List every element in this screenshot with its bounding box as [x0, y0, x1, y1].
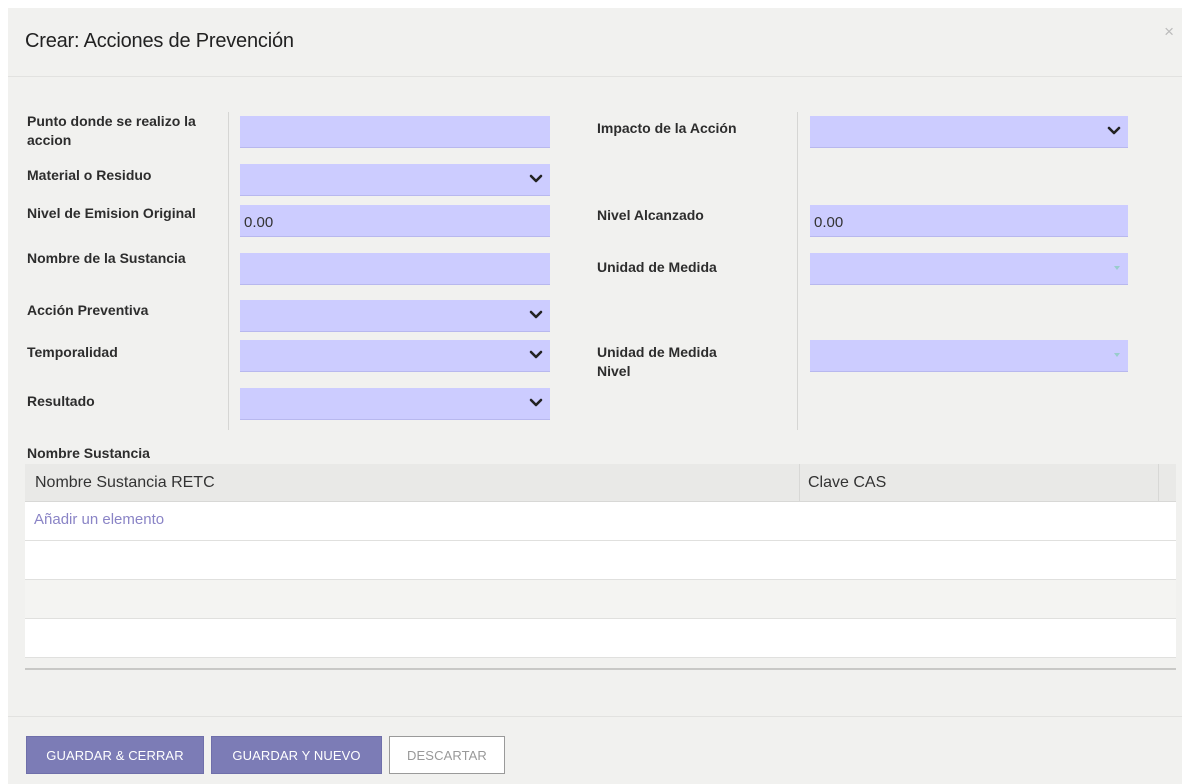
chevron-down-icon [529, 350, 543, 359]
column-divider-left [228, 112, 229, 430]
create-dialog: Crear: Acciones de Prevención × Punto do… [8, 8, 1182, 784]
close-icon[interactable]: × [1164, 22, 1174, 42]
discard-button[interactable]: DESCARTAR [389, 736, 505, 774]
dialog-title: Crear: Acciones de Prevención [25, 30, 294, 52]
table-header: Nombre Sustancia RETC Clave CAS [25, 464, 1176, 502]
nivel-alcanzado-label: Nivel Alcanzado [597, 207, 704, 223]
dialog-header: Crear: Acciones de Prevención × [8, 8, 1182, 77]
impacto-label: Impacto de la Acción [597, 120, 737, 136]
chevron-down-icon [529, 174, 543, 183]
nivel-alcanzado-value: 0.00 [814, 214, 844, 231]
sustancias-section-title: Nombre Sustancia [27, 445, 150, 461]
resultado-select[interactable] [240, 388, 550, 420]
accion-preventiva-label: Acción Preventiva [27, 302, 149, 318]
caret-down-icon [1114, 266, 1120, 270]
nivel-emision-input[interactable]: 0.00 [240, 205, 550, 237]
accion-preventiva-select[interactable] [240, 300, 550, 332]
column-divider-right [797, 112, 798, 430]
caret-down-icon [1114, 353, 1120, 357]
save-new-button[interactable]: GUARDAR Y NUEVO [211, 736, 382, 774]
nivel-emision-value: 0.00 [244, 214, 274, 231]
material-select[interactable] [240, 164, 550, 196]
temporalidad-select[interactable] [240, 340, 550, 372]
add-item-link[interactable]: Añadir un elemento [25, 502, 1176, 528]
nivel-alcanzado-input[interactable]: 0.00 [810, 205, 1128, 237]
temporalidad-label: Temporalidad [27, 344, 118, 360]
table-row [25, 619, 1176, 658]
column-header-nombre-retc[interactable]: Nombre Sustancia RETC [35, 464, 215, 502]
chevron-down-icon [529, 398, 543, 407]
nombre-sustancia-input[interactable] [240, 253, 550, 285]
table-row: Añadir un elemento [25, 502, 1176, 541]
chevron-down-icon [1107, 126, 1121, 135]
impacto-select[interactable] [810, 116, 1128, 148]
column-divider [799, 464, 800, 502]
nombre-sustancia-label: Nombre de la Sustancia [27, 250, 186, 266]
unidad-medida-nivel-label: Unidad de Medida Nivel [597, 344, 717, 379]
unidad-medida-nivel-select[interactable] [810, 340, 1128, 372]
punto-input[interactable] [240, 116, 550, 148]
column-header-clave-cas[interactable]: Clave CAS [808, 464, 886, 502]
nivel-emision-label: Nivel de Emision Original [27, 205, 196, 221]
material-label: Material o Residuo [27, 167, 152, 183]
resultado-label: Resultado [27, 393, 95, 409]
sustancias-table: Nombre Sustancia RETC Clave CAS Añadir u… [25, 464, 1176, 658]
unidad-medida-label: Unidad de Medida [597, 259, 717, 275]
table-footer-line [25, 668, 1176, 670]
table-row [25, 580, 1176, 619]
chevron-down-icon [529, 310, 543, 319]
punto-label: Punto donde se realizo la accion [27, 113, 196, 148]
table-row [25, 541, 1176, 580]
column-divider [1158, 464, 1159, 502]
unidad-medida-select[interactable] [810, 253, 1128, 285]
footer-divider [8, 716, 1182, 717]
save-close-button[interactable]: GUARDAR & CERRAR [26, 736, 204, 774]
